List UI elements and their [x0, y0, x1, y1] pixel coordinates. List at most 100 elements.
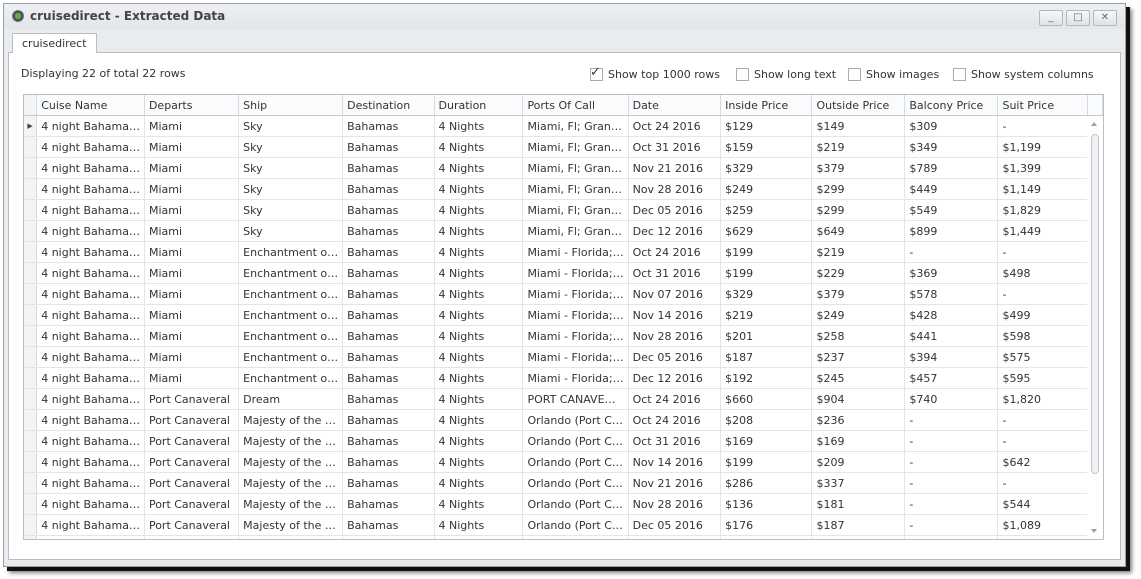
grid-cell[interactable]: Miami - Florida;… — [522, 367, 629, 389]
grid-cell[interactable]: $136 — [720, 493, 813, 515]
grid-cell[interactable] — [811, 535, 906, 539]
grid-cell[interactable]: Miami — [144, 199, 240, 221]
grid-cell[interactable]: $286 — [720, 472, 813, 494]
grid-cell[interactable]: Nov 21 2016 — [628, 157, 722, 179]
grid-cell[interactable]: $329 — [720, 283, 813, 305]
grid-cell[interactable]: Enchantment o… — [238, 283, 344, 305]
grid-cell[interactable]: Oct 31 2016 — [628, 136, 722, 158]
grid-cell[interactable]: Bahamas — [342, 262, 435, 284]
grid-cell[interactable]: 4 Nights — [434, 493, 524, 515]
column-header-ports-of-call[interactable]: Ports Of Call — [522, 95, 629, 116]
grid-cell[interactable]: Port Canaveral — [144, 493, 240, 515]
grid-cell[interactable]: $457 — [904, 367, 999, 389]
grid-cell[interactable]: $1,089 — [997, 514, 1089, 536]
column-header-duration[interactable]: Duration — [434, 95, 524, 116]
title-bar[interactable]: cruisedirect - Extracted Data _ □ ✕ — [4, 4, 1125, 29]
column-header-date[interactable]: Date — [628, 95, 722, 116]
grid-cell[interactable]: Bahamas — [342, 367, 435, 389]
grid-cell[interactable]: $208 — [720, 409, 813, 431]
row-indicator-cell[interactable] — [24, 493, 38, 515]
grid-cell[interactable]: 4 Nights — [434, 304, 524, 326]
grid-cell[interactable]: Bahamas — [342, 535, 435, 539]
grid-cell[interactable]: 4 night Bahama… — [36, 262, 145, 284]
grid-cell[interactable]: Oct 24 2016 — [628, 409, 722, 431]
row-indicator-cell[interactable] — [24, 346, 38, 368]
grid-cell[interactable]: $169 — [811, 430, 906, 452]
grid-cell[interactable]: Dec 05 2016 — [628, 199, 722, 221]
grid-cell[interactable]: Majesty of the … — [238, 535, 344, 539]
grid-cell[interactable]: Miami — [144, 136, 240, 158]
grid-cell[interactable]: Miami, Fl; Gran… — [522, 220, 629, 242]
grid-cell[interactable]: Majesty of the … — [238, 493, 344, 515]
grid-cell[interactable]: Oct 31 2016 — [628, 430, 722, 452]
table-row[interactable]: 4 night Bahama… Miami Sky Bahamas 4 Nights Mi… — [24, 178, 1103, 200]
grid-cell[interactable]: 4 Nights — [434, 325, 524, 347]
grid-cell[interactable]: Nov 14 2016 — [628, 451, 722, 473]
grid-cell[interactable]: Sky — [238, 199, 344, 221]
grid-cell[interactable]: Bahamas — [342, 199, 435, 221]
row-indicator-cell[interactable] — [24, 514, 38, 536]
grid-cell[interactable]: 4 Nights — [434, 451, 524, 473]
grid-cell[interactable]: Oct 24 2016 — [628, 115, 722, 137]
grid-cell[interactable]: Bahamas — [342, 178, 435, 200]
grid-cell[interactable]: Port Canaveral — [144, 451, 240, 473]
table-row[interactable]: 4 night Bahama… Miami Enchantment o… Bahama… — [24, 346, 1103, 368]
grid-cell[interactable]: $369 — [904, 262, 999, 284]
grid-cell[interactable]: 4 night Bahama… — [36, 115, 145, 137]
grid-cell[interactable]: 4 night Bahama… — [36, 178, 145, 200]
grid-cell[interactable]: $549 — [904, 199, 999, 221]
grid-cell[interactable]: PORT CANAVE… — [522, 388, 629, 410]
grid-cell[interactable]: Nov 28 2016 — [628, 178, 722, 200]
grid-cell[interactable]: 4 night Bahama… — [36, 283, 145, 305]
grid-cell[interactable]: Port Canaveral — [144, 388, 240, 410]
grid-cell[interactable]: $575 — [997, 346, 1089, 368]
column-header-suit-price[interactable]: Suit Price — [997, 95, 1089, 116]
grid-cell[interactable]: Miami, Fl; Gran… — [522, 157, 629, 179]
grid-cell[interactable]: - — [904, 430, 999, 452]
grid-cell[interactable]: $249 — [811, 304, 906, 326]
grid-cell[interactable]: Enchantment o… — [238, 325, 344, 347]
row-indicator-cell[interactable] — [24, 157, 38, 179]
grid-cell[interactable]: $337 — [811, 472, 906, 494]
table-row[interactable]: 4 night Bahama…Port CanaveralMajesty of … — [24, 409, 1103, 431]
table-row[interactable]: 4 night Bahama… Miami Sky Bahamas 4 Nights Mi… — [24, 199, 1103, 221]
grid-cell[interactable]: 4 Nights — [434, 409, 524, 431]
grid-cell[interactable]: $192 — [720, 367, 813, 389]
grid-cell[interactable]: Miami - Florida;… — [522, 241, 629, 263]
grid-cell[interactable]: $209 — [811, 451, 906, 473]
grid-cell[interactable]: Miami — [144, 304, 240, 326]
table-row[interactable]: 4 night Bahama… Miami Enchantment o… Bahama… — [24, 367, 1103, 389]
maximize-button[interactable]: □ — [1066, 10, 1090, 26]
grid-cell[interactable]: Bahamas — [342, 136, 435, 158]
grid-cell[interactable]: $219 — [811, 136, 906, 158]
grid-cell[interactable]: 4 night Bahama… — [36, 535, 145, 539]
grid-cell[interactable]: - — [904, 514, 999, 536]
grid-cell[interactable]: $176 — [720, 514, 813, 536]
grid-cell[interactable]: Oct 31 2016 — [628, 262, 722, 284]
show-long-text-option[interactable]: Show long text — [736, 68, 836, 81]
row-indicator-cell[interactable] — [24, 241, 38, 263]
table-row[interactable]: 4 night Bahama… Miami Enchantment o… Bahama… — [24, 325, 1103, 347]
grid-cell[interactable]: 4 night Bahama… — [36, 409, 145, 431]
grid-cell[interactable]: 4 Nights — [434, 136, 524, 158]
grid-cell[interactable]: 4 Nights — [434, 535, 524, 539]
show-long-text-checkbox[interactable] — [736, 68, 749, 81]
row-indicator-cell[interactable] — [24, 178, 38, 200]
grid-cell[interactable]: $642 — [997, 451, 1089, 473]
grid-cell[interactable]: Bahamas — [342, 430, 435, 452]
grid-cell[interactable]: - — [904, 241, 999, 263]
grid-cell[interactable]: Orlando (Port C… — [522, 430, 629, 452]
grid-cell[interactable]: Orlando (Port C… — [522, 514, 629, 536]
grid-cell[interactable]: $598 — [997, 325, 1089, 347]
grid-cell[interactable]: Miami - Florida;… — [522, 304, 629, 326]
minimize-button[interactable]: _ — [1039, 10, 1063, 26]
row-indicator-cell[interactable] — [24, 136, 38, 158]
grid-cell[interactable]: $740 — [904, 388, 999, 410]
grid-cell[interactable]: $1,449 — [997, 220, 1089, 242]
table-row[interactable]: 4 night Bahama…Port CanaveralMajesty of … — [24, 514, 1103, 536]
grid-cell[interactable]: 4 Nights — [434, 430, 524, 452]
grid-cell[interactable]: 4 night Bahama… — [36, 199, 145, 221]
grid-cell[interactable] — [904, 535, 999, 539]
grid-cell[interactable]: 4 night Bahama… — [36, 325, 145, 347]
grid-cell[interactable]: $1,199 — [997, 136, 1089, 158]
